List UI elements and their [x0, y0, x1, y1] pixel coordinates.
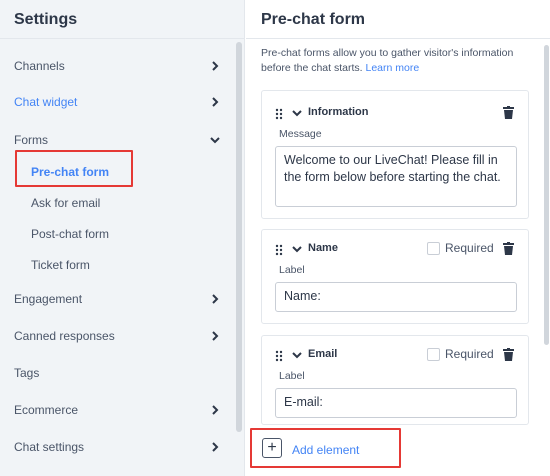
- card-name: Name: [308, 242, 338, 254]
- sidebar-scrollbar[interactable]: [236, 42, 242, 432]
- sidebar-item-chat-widget[interactable]: Chat widget: [14, 93, 224, 111]
- field-label: Label: [279, 264, 305, 276]
- sidebar-subitem-ask-for-email[interactable]: Ask for email: [31, 194, 100, 212]
- card-name: Information: [308, 106, 369, 118]
- sidebar-item-chat-settings[interactable]: Chat settings: [14, 438, 224, 456]
- email-label-input[interactable]: E-mail:: [275, 388, 517, 418]
- sidebar-item-forms[interactable]: Forms: [14, 131, 224, 149]
- sidebar-item-label: Channels: [14, 59, 65, 73]
- sidebar-item-label: Chat widget: [14, 95, 78, 109]
- sidebar-item-channels[interactable]: Channels: [14, 57, 224, 75]
- page-title: Pre-chat form: [261, 11, 366, 28]
- name-label-input[interactable]: Name:: [275, 282, 517, 312]
- chevron-down-icon[interactable]: [291, 242, 303, 254]
- drag-handle-icon[interactable]: [275, 243, 283, 256]
- chevron-down-icon[interactable]: [291, 106, 303, 118]
- sidebar-item-label: Tags: [14, 366, 40, 380]
- pre-chat-form-highlight: [15, 150, 133, 187]
- required-label: Required: [445, 347, 494, 361]
- chevron-down-icon: [206, 131, 224, 149]
- chevron-down-icon[interactable]: [291, 348, 303, 360]
- chevron-right-icon: [206, 438, 224, 456]
- chevron-right-icon: [206, 401, 224, 419]
- chevron-right-icon: [206, 93, 224, 111]
- chevron-right-icon: [206, 327, 224, 345]
- sidebar-item-label: Ecommerce: [14, 403, 79, 417]
- trash-icon[interactable]: [503, 348, 514, 361]
- field-label: Message: [279, 128, 322, 140]
- page-description: Pre-chat forms allow you to gather visit…: [261, 46, 533, 76]
- main-panel: Pre-chat form Pre-chat forms allow you t…: [246, 0, 550, 476]
- sidebar-subitem-post-chat-form[interactable]: Post-chat form: [31, 225, 109, 243]
- sidebar-item-tags[interactable]: Tags: [14, 364, 224, 382]
- required-checkbox[interactable]: [427, 348, 440, 361]
- plus-icon[interactable]: +: [262, 438, 282, 458]
- drag-handle-icon[interactable]: [275, 349, 283, 362]
- sidebar-title: Settings: [14, 11, 78, 28]
- main-scrollbar[interactable]: [544, 45, 549, 345]
- sidebar-item-canned-responses[interactable]: Canned responses: [14, 327, 224, 345]
- trash-icon[interactable]: [503, 106, 514, 119]
- form-element-card-information: Information Message Welcome to our LiveC…: [261, 90, 529, 219]
- sidebar-item-label: Chat settings: [14, 440, 85, 454]
- drag-handle-icon[interactable]: [275, 107, 283, 120]
- sidebar-item-label: Canned responses: [14, 329, 115, 343]
- sidebar-item-label: Forms: [14, 133, 48, 147]
- add-element-button[interactable]: Add element: [292, 443, 359, 457]
- card-name: Email: [308, 348, 338, 360]
- message-textarea[interactable]: Welcome to our LiveChat! Please fill in …: [275, 146, 517, 207]
- sidebar-subitem-ticket-form[interactable]: Ticket form: [31, 256, 90, 274]
- required-label: Required: [445, 241, 494, 255]
- chevron-right-icon: [206, 290, 224, 308]
- main-divider: [246, 38, 550, 39]
- sidebar-item-label: Engagement: [14, 292, 83, 306]
- required-checkbox[interactable]: [427, 242, 440, 255]
- trash-icon[interactable]: [503, 242, 514, 255]
- sidebar-divider: [0, 38, 245, 39]
- form-element-card-name: Name Required Label Name:: [261, 229, 529, 324]
- settings-sidebar: Settings Channels Chat widget Forms Pre-…: [0, 0, 245, 476]
- sidebar-item-engagement[interactable]: Engagement: [14, 290, 224, 308]
- sidebar-item-ecommerce[interactable]: Ecommerce: [14, 401, 224, 419]
- learn-more-link[interactable]: Learn more: [365, 62, 419, 74]
- chevron-right-icon: [206, 57, 224, 75]
- form-element-card-email: Email Required Label E-mail:: [261, 335, 529, 425]
- field-label: Label: [279, 370, 305, 382]
